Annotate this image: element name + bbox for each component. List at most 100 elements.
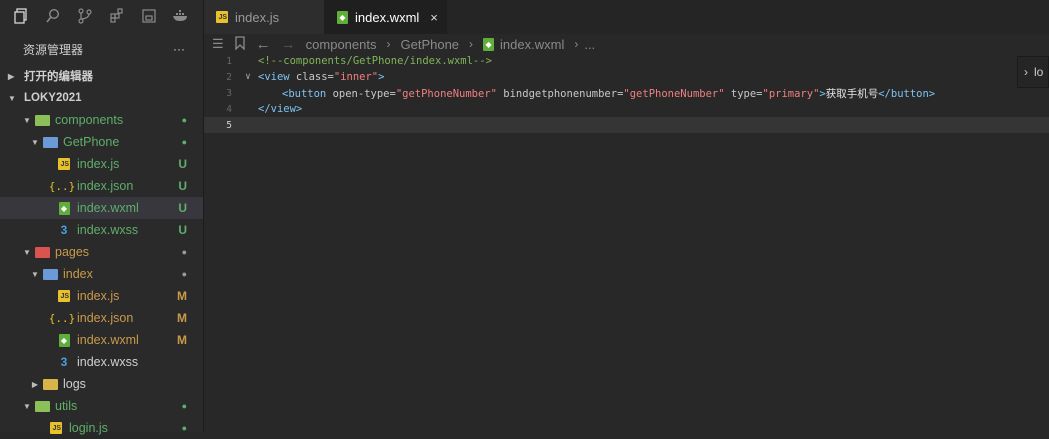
project-label: LOKY2021 bbox=[24, 92, 82, 104]
extensions-icon[interactable] bbox=[106, 5, 128, 27]
line-number: 5 bbox=[226, 119, 232, 131]
tree-item-label: components bbox=[55, 113, 124, 127]
status-dot: ● bbox=[181, 247, 187, 257]
code-content: <view class="inner"> bbox=[258, 71, 385, 83]
chevron-down-icon: ▼ bbox=[31, 269, 39, 279]
tree-file-index-wxss[interactable]: 3 index.wxss bbox=[0, 351, 203, 373]
tab-bar: JS index.js ◆ index.wxml × bbox=[204, 0, 1049, 34]
more-actions-button[interactable]: ··· bbox=[173, 42, 185, 56]
chevron-right-icon: ▶ bbox=[31, 379, 39, 389]
tree-item-label: index bbox=[63, 267, 93, 281]
tree-folder-utils[interactable]: ▼ utils ● bbox=[0, 395, 203, 417]
tree-file-index-json[interactable]: {..} index.json U bbox=[0, 175, 203, 197]
tree-folder-logs[interactable]: ▶ logs bbox=[0, 373, 203, 395]
open-editors-label: 打开的编辑器 bbox=[24, 71, 93, 83]
sidebar: 资源管理器 ··· ▶ 打开的编辑器 ▼ LOKY2021 ▼ componen… bbox=[0, 0, 204, 435]
back-arrow-icon[interactable]: ← bbox=[256, 36, 271, 53]
git-status-badge: M bbox=[177, 289, 187, 303]
explorer-header: 资源管理器 ··· bbox=[0, 32, 203, 66]
tree-file-login-js[interactable]: JS login.js ● bbox=[0, 417, 203, 439]
code-editor[interactable]: 1 <!--components/GetPhone/index.wxml--> … bbox=[204, 53, 1049, 133]
chevron-down-icon: ▼ bbox=[23, 401, 31, 411]
js-file-icon: JS bbox=[56, 157, 72, 171]
folder-logs-icon bbox=[42, 377, 58, 391]
git-status-badge: U bbox=[178, 179, 187, 193]
breadcrumb-item[interactable]: GetPhone bbox=[400, 37, 459, 52]
tab-label: index.js bbox=[235, 9, 280, 25]
breadcrumb: ☰ ← → components › GetPhone › ◆ index.wx… bbox=[204, 34, 1049, 54]
chevron-down-icon[interactable]: ∨ bbox=[238, 72, 258, 82]
tree-file-index-wxml[interactable]: ◆ index.wxml U bbox=[0, 197, 203, 219]
tree-file-index-js[interactable]: JS index.js M bbox=[0, 285, 203, 307]
chevron-right-icon: ▶ bbox=[8, 71, 15, 81]
status-dot: ● bbox=[181, 115, 187, 125]
line-number: 4 bbox=[226, 103, 232, 115]
tree-item-label: index.wxml bbox=[77, 201, 139, 215]
tree-item-label: index.wxss bbox=[77, 223, 139, 237]
chevron-right-icon: › bbox=[574, 37, 579, 51]
js-file-icon: JS bbox=[56, 289, 72, 303]
explorer-title: 资源管理器 bbox=[23, 42, 84, 57]
status-dot: ● bbox=[181, 401, 187, 411]
tree-item-label: index.wxml bbox=[77, 333, 139, 347]
js-file-icon: JS bbox=[216, 11, 228, 23]
chevron-down-icon: ▼ bbox=[8, 93, 16, 103]
tree-folder-pages[interactable]: ▼ pages ● bbox=[0, 241, 203, 263]
list-icon[interactable]: ☰ bbox=[212, 36, 224, 52]
open-editors-section[interactable]: ▶ 打开的编辑器 bbox=[0, 65, 203, 87]
breadcrumb-item[interactable]: index.wxml bbox=[500, 37, 564, 52]
search-icon[interactable] bbox=[42, 5, 64, 27]
chevron-right-icon: › bbox=[386, 37, 391, 51]
project-section[interactable]: ▼ LOKY2021 bbox=[0, 87, 203, 109]
code-line: 3 <button open-type="getPhoneNumber" bin… bbox=[204, 85, 1049, 101]
code-content: </view> bbox=[258, 103, 303, 115]
tab-index-js[interactable]: JS index.js bbox=[204, 0, 325, 34]
outline-peek-panel[interactable]: › lo bbox=[1017, 56, 1049, 88]
tree-item-label: index.js bbox=[77, 157, 120, 171]
tab-index-wxml[interactable]: ◆ index.wxml × bbox=[325, 0, 447, 34]
wxml-file-icon: ◆ bbox=[56, 333, 72, 347]
git-status-badge: M bbox=[177, 333, 187, 347]
git-status-badge: U bbox=[178, 223, 187, 237]
code-line: 2 ∨ <view class="inner"> bbox=[204, 69, 1049, 85]
tree-folder-index[interactable]: ▼ index ● bbox=[0, 263, 203, 285]
files-icon[interactable] bbox=[10, 5, 32, 27]
json-file-icon: {..} bbox=[48, 179, 76, 193]
peek-label: lo bbox=[1034, 65, 1044, 79]
code-content: <button open-type="getPhoneNumber" bindg… bbox=[282, 87, 936, 100]
chevron-right-icon: › bbox=[1024, 65, 1028, 79]
wxss-file-icon: 3 bbox=[60, 223, 68, 237]
status-dot: ● bbox=[181, 269, 187, 279]
tree-item-label: pages bbox=[55, 245, 90, 259]
tree-file-index-js[interactable]: JS index.js U bbox=[0, 153, 203, 175]
chevron-down-icon: ▼ bbox=[23, 247, 31, 257]
tree-folder-components[interactable]: ▼ components ● bbox=[0, 109, 203, 131]
tree-item-label: index.wxss bbox=[77, 355, 139, 369]
wxml-file-icon: ◆ bbox=[483, 37, 495, 51]
tree-item-label: logs bbox=[63, 377, 86, 391]
tree-folder-getphone[interactable]: ▼ GetPhone ● bbox=[0, 131, 203, 153]
activity-bar bbox=[0, 0, 203, 32]
tree-item-label: utils bbox=[55, 399, 78, 413]
debug-icon[interactable] bbox=[138, 5, 160, 27]
tree-item-label: index.js bbox=[77, 289, 120, 303]
tree-file-index-wxss[interactable]: 3 index.wxss U bbox=[0, 219, 203, 241]
tree-item-label: login.js bbox=[69, 421, 108, 435]
editor-area: JS index.js ◆ index.wxml × ☰ ← → compone… bbox=[204, 0, 1049, 432]
folder-open-icon bbox=[42, 267, 58, 281]
chevron-right-icon: › bbox=[469, 37, 474, 51]
source-control-icon[interactable] bbox=[74, 5, 96, 27]
status-dot: ● bbox=[181, 137, 187, 147]
breadcrumb-item[interactable]: components bbox=[306, 37, 377, 52]
tree-file-index-wxml[interactable]: ◆ index.wxml M bbox=[0, 329, 203, 351]
folder-utils-icon bbox=[34, 399, 50, 413]
line-number: 3 bbox=[226, 87, 232, 99]
docker-icon[interactable] bbox=[170, 5, 192, 27]
code-line: 4 </view> bbox=[204, 101, 1049, 117]
breadcrumb-item[interactable]: ... bbox=[584, 37, 595, 52]
tree-file-index-json[interactable]: {..} index.json M bbox=[0, 307, 203, 329]
close-icon[interactable]: × bbox=[430, 10, 438, 25]
forward-arrow-icon[interactable]: → bbox=[281, 36, 296, 53]
bookmark-icon[interactable] bbox=[234, 35, 246, 53]
git-status-badge: M bbox=[177, 311, 187, 325]
